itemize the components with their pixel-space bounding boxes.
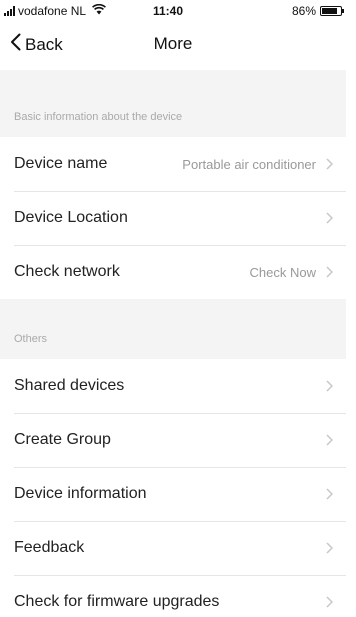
chevron-right-icon — [324, 488, 334, 500]
section-title: Basic information about the device — [14, 111, 183, 123]
row-label: Shared devices — [14, 377, 125, 394]
battery-percent: 86% — [291, 4, 316, 18]
shared-devices-row[interactable]: Shared devices — [0, 359, 346, 413]
check-network-row[interactable]: Check network Check Now — [0, 245, 346, 299]
feedback-row[interactable]: Feedback — [0, 521, 346, 575]
page-title: More — [153, 34, 193, 53]
battery-icon — [320, 6, 344, 16]
chevron-right-icon — [324, 158, 334, 170]
device-name-row[interactable]: Device name Portable air conditioner — [0, 137, 346, 191]
section-title: Others — [14, 333, 48, 345]
row-label: Check for firmware upgrades — [14, 593, 220, 610]
row-label: Check network — [14, 263, 120, 280]
status-bar: vodafone NL 11:40 86% — [0, 0, 346, 22]
row-value: Portable air conditioner — [182, 156, 316, 172]
create-group-row[interactable]: Create Group — [0, 413, 346, 467]
check-now-link[interactable]: Check Now — [250, 265, 316, 280]
navigation-bar: Back More — [0, 22, 346, 70]
row-label: Device information — [14, 485, 147, 502]
row-label: Create Group — [14, 431, 111, 448]
row-label: Feedback — [14, 539, 85, 556]
device-information-row[interactable]: Device information — [0, 467, 346, 521]
more-screen: vodafone NL 11:40 86% Back More Basic in… — [0, 0, 346, 617]
chevron-right-icon — [324, 596, 334, 608]
device-location-row[interactable]: Device Location — [0, 191, 346, 245]
chevron-right-icon — [324, 542, 334, 554]
chevron-right-icon — [324, 266, 334, 278]
firmware-upgrades-row[interactable]: Check for firmware upgrades — [0, 575, 346, 617]
chevron-right-icon — [324, 434, 334, 446]
row-label: Device Location — [14, 209, 128, 226]
row-label: Device name — [14, 155, 108, 172]
section-header-basic: Basic information about the device — [0, 70, 346, 137]
chevron-right-icon — [324, 212, 334, 224]
section-header-others: Others — [0, 299, 346, 359]
chevron-right-icon — [324, 380, 334, 392]
status-right: 86% — [291, 4, 344, 18]
